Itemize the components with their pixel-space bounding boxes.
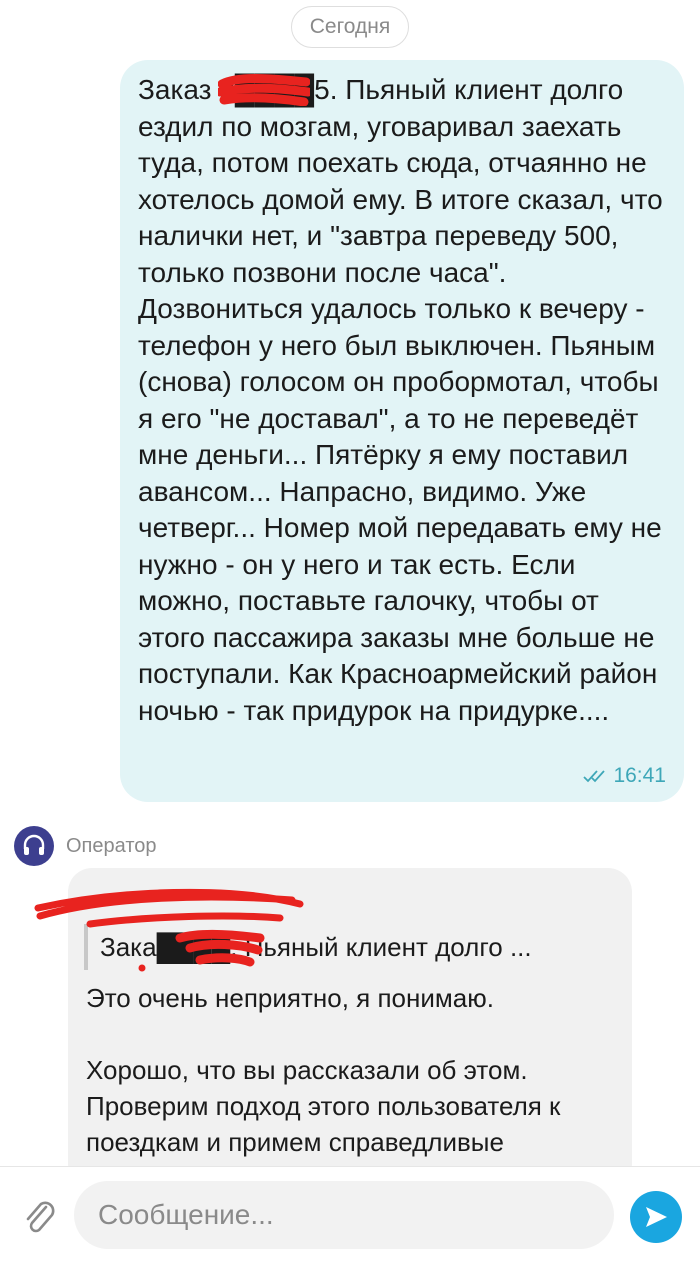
outgoing-message-text: Заказ 2████5. Пьяный клиент долго ездил … — [138, 74, 663, 726]
date-pill: Сегодня — [290, 6, 410, 48]
avatar — [14, 826, 54, 866]
message-input[interactable]: Сообщение... — [74, 1181, 614, 1249]
redaction-scribble — [34, 888, 304, 972]
operator-name: Оператор — [66, 834, 157, 857]
send-icon — [646, 1207, 667, 1227]
incoming-message-text: Это очень неприятно, я понимаю. Хорошо, … — [86, 983, 561, 1157]
double-check-icon — [583, 770, 606, 783]
message-meta: 16:41 — [583, 764, 666, 788]
redaction-scribble — [218, 74, 310, 106]
headphones-icon — [23, 834, 45, 855]
outgoing-message[interactable]: Заказ 2████5. Пьяный клиент долго ездил … — [120, 60, 684, 802]
operator-header: Оператор — [14, 826, 157, 866]
paperclip-icon[interactable] — [22, 1199, 58, 1239]
date-separator: Сегодня — [0, 6, 700, 48]
message-time: 16:41 — [613, 764, 666, 787]
message-composer: Сообщение... — [0, 1166, 700, 1261]
send-button[interactable] — [630, 1191, 682, 1243]
